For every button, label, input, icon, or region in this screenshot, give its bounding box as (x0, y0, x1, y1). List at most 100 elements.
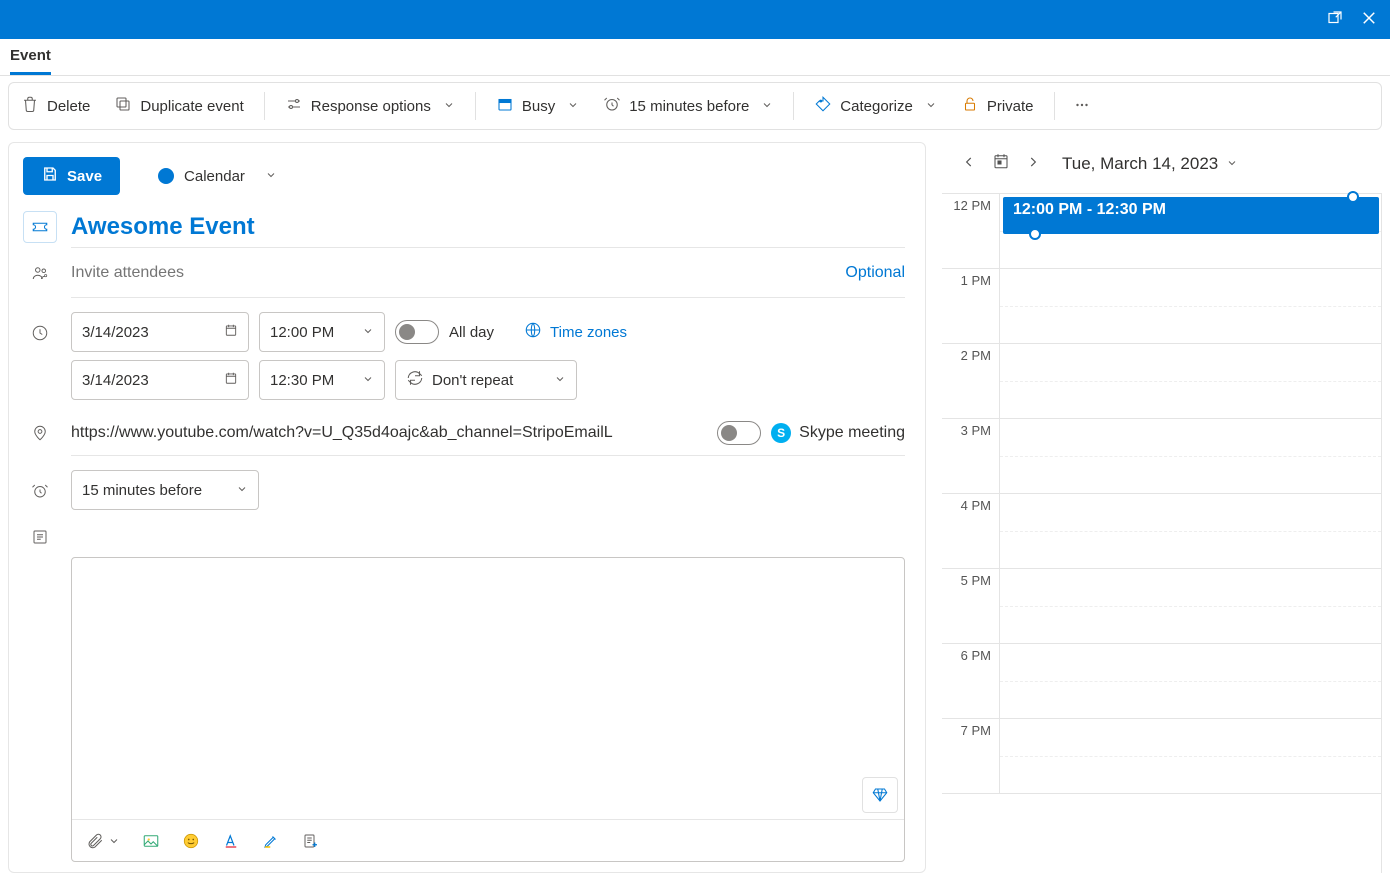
start-date-input[interactable]: 3/14/2023 (71, 312, 249, 352)
hour-label: 3 PM (942, 419, 1000, 493)
emoji-button[interactable] (182, 832, 200, 850)
private-button[interactable]: Private (949, 83, 1046, 129)
window-title-bar (0, 0, 1390, 39)
description-box[interactable] (71, 557, 905, 862)
busy-button[interactable]: Busy (484, 83, 591, 129)
close-icon[interactable] (1356, 5, 1382, 34)
description-icon (31, 528, 49, 549)
people-icon (31, 264, 49, 285)
calendar-icon (224, 371, 238, 389)
sliders-icon (285, 95, 303, 117)
reminder-ribbon-label: 15 minutes before (629, 98, 749, 115)
time-zones-link[interactable]: Time zones (524, 321, 627, 343)
delete-button[interactable]: Delete (9, 83, 102, 129)
start-date-value: 3/14/2023 (82, 324, 216, 341)
end-date-value: 3/14/2023 (82, 372, 216, 389)
chevron-down-icon (362, 324, 374, 341)
end-time-input[interactable]: 12:30 PM (259, 360, 385, 400)
duplicate-button[interactable]: Duplicate event (102, 83, 255, 129)
clock-icon (31, 324, 49, 345)
hour-label: 2 PM (942, 344, 1000, 418)
chevron-down-icon (761, 98, 773, 115)
tag-icon (814, 95, 832, 117)
chevron-down-icon (925, 98, 937, 115)
hour-row[interactable]: 7 PM (942, 719, 1381, 794)
response-options-button[interactable]: Response options (273, 83, 467, 129)
calendar-picker[interactable]: Calendar (138, 168, 277, 185)
event-block[interactable]: 12:00 PM - 12:30 PM (1003, 197, 1379, 234)
response-options-label: Response options (311, 98, 431, 115)
resize-handle-top[interactable] (1347, 191, 1359, 203)
save-button[interactable]: Save (23, 157, 120, 195)
categorize-label: Categorize (840, 98, 913, 115)
font-format-button[interactable] (222, 832, 240, 850)
end-time-value: 12:30 PM (270, 372, 354, 389)
chevron-down-icon (236, 482, 248, 499)
hour-row[interactable]: 3 PM (942, 419, 1381, 494)
location-icon (31, 424, 49, 445)
skype-label: Skype meeting (799, 424, 905, 442)
day-grid[interactable]: 12 PM1 PM2 PM3 PM4 PM5 PM6 PM7 PM 12:00 … (942, 193, 1382, 873)
duplicate-icon (114, 95, 132, 117)
attendees-input[interactable] (71, 264, 835, 282)
popout-icon[interactable] (1322, 5, 1348, 34)
skype-toggle[interactable] (717, 421, 761, 445)
preview-date-label: Tue, March 14, 2023 (1062, 154, 1218, 174)
skype-icon: S (771, 423, 791, 443)
prev-day-button[interactable] (958, 150, 980, 178)
reminder-value: 15 minutes before (82, 482, 228, 499)
chevron-down-icon (362, 372, 374, 389)
time-zones-label: Time zones (550, 324, 627, 341)
save-label: Save (67, 168, 102, 185)
today-button[interactable] (988, 148, 1014, 179)
hour-row[interactable]: 5 PM (942, 569, 1381, 644)
hour-row[interactable]: 4 PM (942, 494, 1381, 569)
attach-button[interactable] (86, 832, 120, 850)
preview-date-picker[interactable]: Tue, March 14, 2023 (1062, 154, 1238, 174)
hour-row[interactable]: 2 PM (942, 344, 1381, 419)
calendar-name: Calendar (184, 168, 245, 185)
more-icon[interactable] (1063, 96, 1101, 117)
highlight-button[interactable] (262, 832, 280, 850)
ribbon-toolbar: Delete Duplicate event Response options (8, 82, 1382, 130)
chevron-down-icon (554, 372, 566, 389)
insert-more-button[interactable] (302, 832, 320, 850)
all-day-toggle[interactable] (395, 320, 439, 344)
start-time-input[interactable]: 12:00 PM (259, 312, 385, 352)
chevron-down-icon (567, 98, 579, 115)
calendar-icon (224, 323, 238, 341)
categorize-button[interactable]: Categorize (802, 83, 949, 129)
event-block-label: 12:00 PM - 12:30 PM (1013, 201, 1166, 218)
repeat-icon (406, 369, 424, 391)
description-toolbar (72, 819, 904, 861)
tab-event[interactable]: Event (10, 41, 51, 75)
all-day-label: All day (449, 324, 494, 341)
busy-icon (496, 95, 514, 117)
hour-label: 4 PM (942, 494, 1000, 568)
optional-attendees-link[interactable]: Optional (845, 264, 905, 282)
gem-button[interactable] (862, 777, 898, 813)
globe-icon (524, 321, 542, 343)
ticket-icon (23, 211, 57, 243)
resize-handle-bottom[interactable] (1029, 228, 1041, 240)
calendar-color-dot (158, 168, 174, 184)
repeat-select[interactable]: Don't repeat (395, 360, 577, 400)
hour-label: 5 PM (942, 569, 1000, 643)
insert-image-button[interactable] (142, 832, 160, 850)
hour-row[interactable]: 6 PM (942, 644, 1381, 719)
event-form: Save Calendar (8, 142, 926, 873)
reminder-ribbon-button[interactable]: 15 minutes before (591, 83, 785, 129)
repeat-value: Don't repeat (432, 372, 546, 389)
hour-label: 1 PM (942, 269, 1000, 343)
end-date-input[interactable]: 3/14/2023 (71, 360, 249, 400)
location-input[interactable] (71, 424, 707, 442)
alarm-icon (603, 95, 621, 117)
chevron-down-icon (443, 98, 455, 115)
hour-row[interactable]: 1 PM (942, 269, 1381, 344)
alarm-icon (31, 482, 49, 503)
reminder-select[interactable]: 15 minutes before (71, 470, 259, 510)
event-title-input[interactable] (71, 213, 905, 241)
private-label: Private (987, 98, 1034, 115)
trash-icon (21, 95, 39, 117)
next-day-button[interactable] (1022, 150, 1044, 178)
